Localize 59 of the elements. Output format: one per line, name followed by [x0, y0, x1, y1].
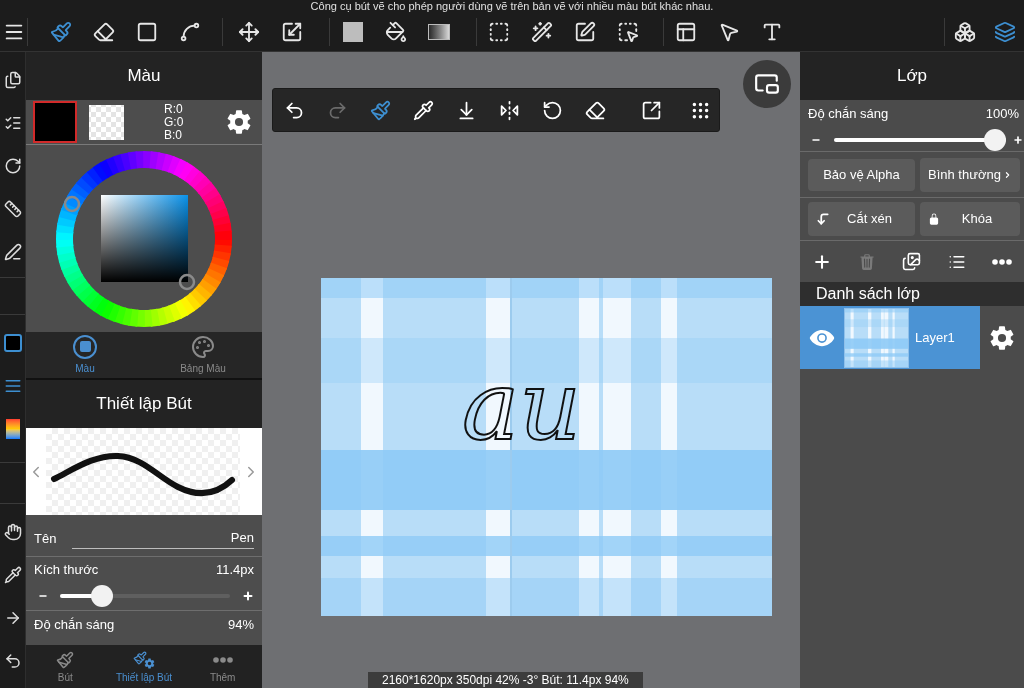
opacity-label: Độ chắn sáng [808, 105, 889, 123]
corner-arrow-icon [816, 212, 830, 226]
opacity-slider[interactable] [834, 129, 1006, 151]
brush-icon [56, 651, 75, 669]
handwritten-text: au [462, 358, 582, 454]
name-label: Tên [34, 530, 57, 548]
slider-thumb[interactable] [91, 585, 114, 607]
settings-icon[interactable] [989, 324, 1015, 351]
name-field[interactable]: Pen [72, 528, 254, 549]
size-label: Kích thước [34, 561, 99, 579]
rgb-value: B:0 [164, 128, 183, 142]
brush-gear-icon [133, 651, 155, 669]
bottom-tab[interactable]: Thêm [183, 645, 262, 688]
panel-title: Lớp [896, 65, 928, 88]
plus-icon[interactable] [242, 590, 254, 602]
transparent-color-swatch[interactable] [89, 104, 124, 140]
tab-label: Bảng Màu [180, 361, 226, 376]
opacity-label: Độ chắn sáng [34, 616, 115, 634]
layer-option-button[interactable]: Bảo vệ Alpha [808, 158, 915, 191]
color-tab[interactable]: Màu [26, 332, 144, 378]
color-tab[interactable]: Bảng Màu [144, 332, 262, 378]
more-icon [212, 657, 233, 663]
list-title: Danh sách lớp [816, 284, 920, 304]
plus-icon[interactable] [1013, 135, 1023, 145]
window-icon [754, 71, 780, 97]
opacity-reading: 94% [227, 616, 254, 634]
primary-color-swatch[interactable] [33, 101, 77, 143]
rgb-value: R:0 [164, 102, 184, 116]
layer-option-button[interactable]: Bình thường [920, 157, 1020, 192]
layer-option-button[interactable]: Cắt xén [808, 202, 915, 236]
tab-label: Thêm [209, 672, 236, 684]
tab-label: Bút [57, 672, 73, 684]
tab-label: Thiết lập Bút [115, 672, 173, 684]
layer-thumbnail [845, 308, 908, 367]
panel-title: Thiết lập Bút [96, 393, 192, 416]
button-label: Cắt xén [846, 210, 893, 229]
layer-name: Layer1 [915, 328, 955, 347]
button-label: Khóa [960, 210, 994, 229]
slider-thumb[interactable] [984, 129, 1006, 151]
bottom-tab[interactable]: Bút [26, 645, 105, 688]
caption-text: Công cụ bút vẽ cho phép người dùng vẽ trên bản vẽ với nhiều màu bút khác nhau. [310, 0, 714, 13]
layer-option-button[interactable]: Khóa [920, 202, 1020, 236]
size-slider[interactable] [60, 585, 230, 607]
layer-row[interactable]: Layer1 [800, 306, 980, 369]
bottom-tab[interactable]: Thiết lập Bút [104, 645, 184, 688]
hue-marker-icon[interactable] [63, 195, 81, 212]
size-reading: 11.4px [215, 561, 254, 579]
saturation-square[interactable] [101, 194, 188, 282]
settings-icon[interactable] [226, 109, 252, 135]
rgb-value: G:0 [164, 115, 184, 129]
opacity-reading: 100% [985, 105, 1019, 123]
tab-label: Màu [75, 361, 95, 376]
button-label: Bình thường [928, 165, 1001, 184]
lock-icon [928, 213, 940, 225]
palette-icon [191, 334, 215, 359]
panel-title: Màu [127, 65, 161, 88]
window-mode-button[interactable] [743, 60, 791, 108]
color-marker-icon[interactable] [178, 273, 196, 290]
status-bar: 2160*1620px 350dpi 42% -3° Bút: 11.4px 94% [368, 672, 643, 688]
